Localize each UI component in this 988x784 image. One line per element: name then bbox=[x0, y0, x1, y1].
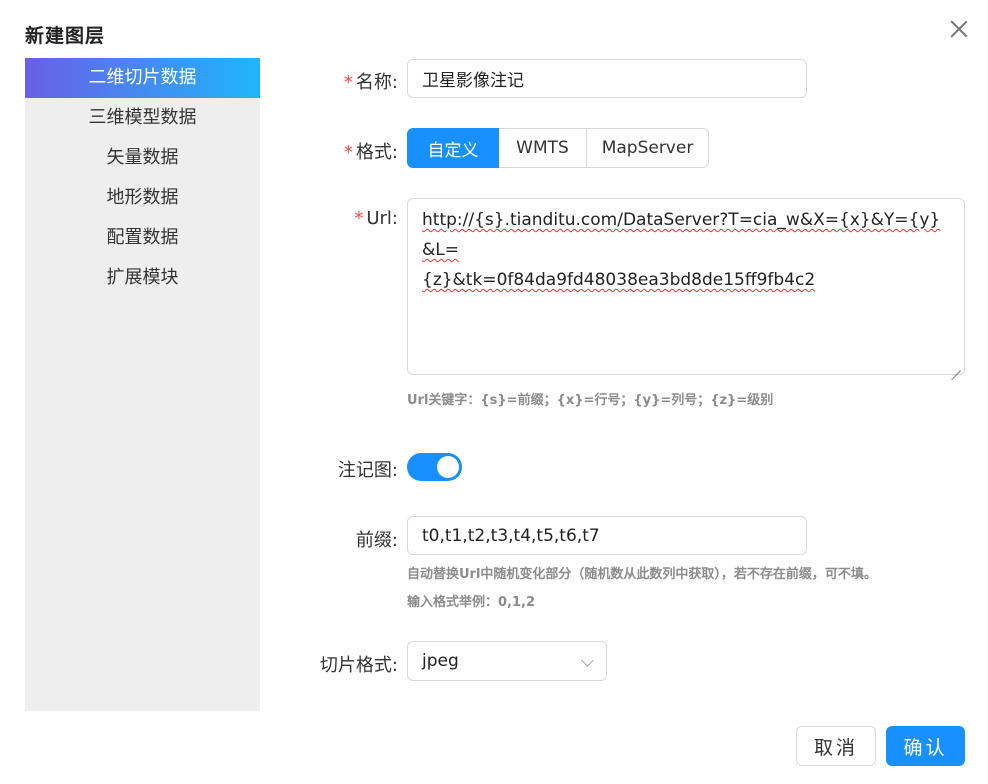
close-icon[interactable] bbox=[948, 18, 970, 40]
format-option-wmts[interactable]: WMTS bbox=[499, 128, 587, 168]
sidebar-item-extensions[interactable]: 扩展模块 bbox=[25, 258, 260, 298]
sidebar-item-2d-tiles[interactable]: 二维切片数据 bbox=[25, 58, 260, 98]
prefix-hint: 自动替换Url中随机变化部分（随机数从此数列中获取），若不存在前缀，可不填。 bbox=[407, 567, 877, 582]
name-label: * 名称: bbox=[343, 72, 398, 93]
required-mark: * bbox=[354, 208, 364, 229]
name-input-value: 卫星影像注记 bbox=[422, 71, 524, 91]
annotation-toggle[interactable] bbox=[407, 453, 462, 481]
required-mark: * bbox=[343, 142, 353, 163]
prefix-input[interactable]: t0,t1,t2,t3,t4,t5,t6,t7 bbox=[407, 516, 807, 555]
dialog-title: 新建图层 bbox=[25, 25, 106, 47]
tile-format-select[interactable]: jpeg bbox=[407, 641, 607, 681]
sidebar-item-vector[interactable]: 矢量数据 bbox=[25, 138, 260, 178]
prefix-input-value: t0,t1,t2,t3,t4,t5,t6,t7 bbox=[422, 525, 600, 546]
resize-handle-icon[interactable] bbox=[951, 361, 961, 371]
sidebar-item-3d-models[interactable]: 三维模型数据 bbox=[25, 98, 260, 138]
tile-format-label: 切片格式: bbox=[319, 655, 398, 676]
annotation-label: 注记图: bbox=[337, 460, 398, 481]
url-label: * Url: bbox=[354, 208, 398, 229]
toggle-knob bbox=[437, 456, 459, 478]
url-hint: Url关键字：{s}=前缀；{x}=行号；{y}=列号；{z}=级别 bbox=[407, 393, 774, 408]
format-option-custom[interactable]: 自定义 bbox=[407, 128, 499, 168]
url-textarea[interactable]: http://{s}.tianditu.com/DataServer?T=cia… bbox=[407, 198, 965, 375]
required-mark: * bbox=[343, 72, 353, 93]
prefix-format-example: 输入格式举例：0,1,2 bbox=[407, 595, 536, 610]
format-option-mapserver[interactable]: MapServer bbox=[587, 128, 709, 168]
chevron-down-icon bbox=[581, 654, 594, 667]
sidebar: 二维切片数据 三维模型数据 矢量数据 地形数据 配置数据 扩展模块 bbox=[25, 58, 260, 711]
confirm-button[interactable]: 确认 bbox=[886, 726, 965, 766]
format-segmented-control: 自定义 WMTS MapServer bbox=[407, 128, 709, 168]
sidebar-item-config[interactable]: 配置数据 bbox=[25, 218, 260, 258]
url-value-line1: http://{s}.tianditu.com/DataServer?T=cia… bbox=[422, 210, 941, 260]
sidebar-item-terrain[interactable]: 地形数据 bbox=[25, 178, 260, 218]
format-label: * 格式: bbox=[343, 142, 398, 163]
prefix-label: 前缀: bbox=[355, 530, 398, 551]
name-input[interactable]: 卫星影像注记 bbox=[407, 59, 807, 98]
tile-format-value: jpeg bbox=[422, 651, 459, 671]
url-value-line2: {z}&tk=0f84da9fd48038ea3bd8de15ff9fb4c2 bbox=[422, 270, 816, 290]
cancel-button[interactable]: 取消 bbox=[796, 726, 876, 766]
